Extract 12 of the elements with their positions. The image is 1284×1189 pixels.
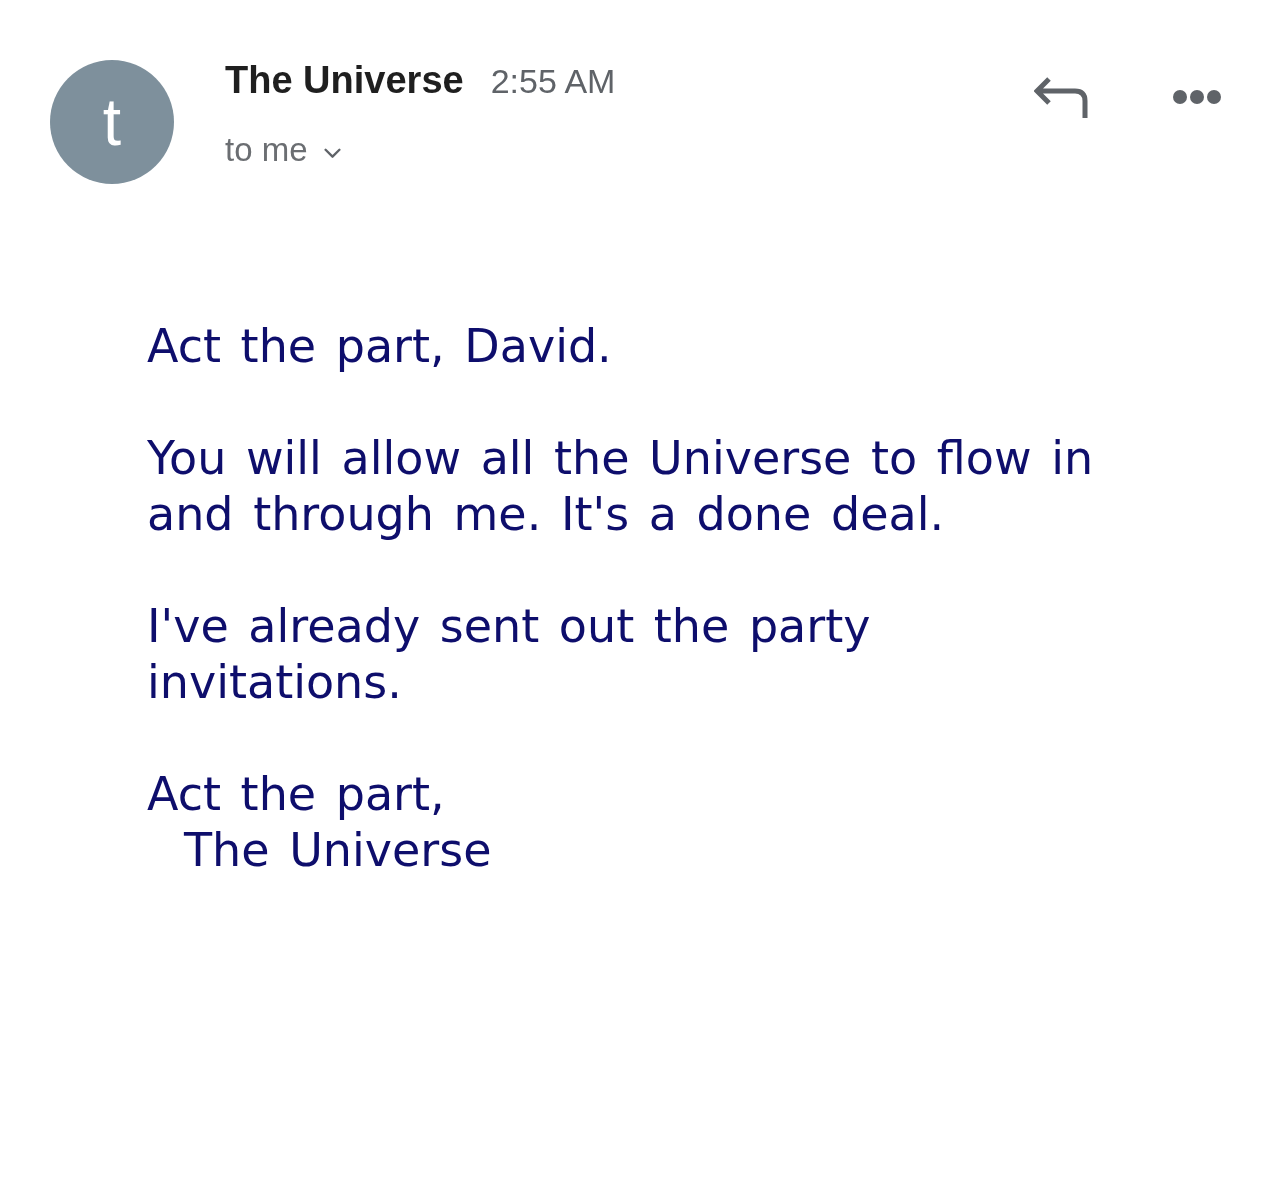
chevron-down-icon	[323, 147, 341, 159]
sent-time: 2:55 AM	[490, 61, 616, 102]
message-paragraph: You will allow all the Universe to flow in and through me. It's a done deal.	[147, 430, 1095, 542]
reply-icon[interactable]	[1034, 77, 1088, 119]
recipients-toggle[interactable]: to me	[225, 130, 341, 170]
signature-line: The Universe	[184, 822, 493, 878]
sender-avatar: t	[50, 60, 174, 184]
message-paragraph: I've already sent out the party invitations.	[147, 598, 872, 710]
closing-line: Act the part,	[147, 766, 446, 822]
message-paragraph: Act the part, David.	[147, 318, 613, 374]
sender-name: The Universe	[225, 58, 464, 103]
more-icon[interactable]	[1172, 89, 1222, 105]
